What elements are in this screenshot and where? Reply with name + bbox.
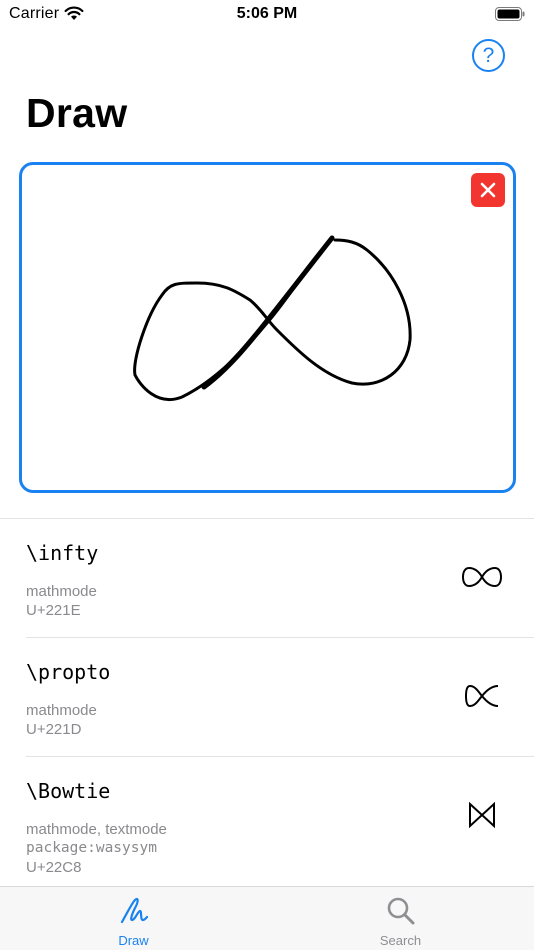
help-icon: ? bbox=[482, 43, 495, 67]
scribble-icon bbox=[120, 897, 149, 924]
unicode-text: U+22C8 bbox=[26, 859, 82, 876]
command-name: \propto bbox=[26, 660, 111, 684]
tab-search[interactable]: Search bbox=[267, 887, 534, 950]
symbol-details: mathmode, textmode package:wasysym U+22C… bbox=[26, 820, 167, 877]
list-item-propto[interactable]: \propto mathmode U+221D bbox=[0, 638, 534, 757]
proportional-to-symbol-icon bbox=[460, 674, 504, 718]
mode-text: mathmode bbox=[26, 702, 97, 719]
unicode-text: U+221D bbox=[26, 721, 82, 738]
status-bar: Carrier 5:06 PM bbox=[0, 0, 534, 28]
symbol-details: mathmode U+221D bbox=[26, 701, 97, 739]
mode-text: mathmode, textmode bbox=[26, 821, 167, 838]
results-list: \infty mathmode U+221E \propto mathmode … bbox=[0, 518, 534, 888]
clear-canvas-button[interactable] bbox=[471, 173, 505, 207]
battery-icon bbox=[495, 7, 525, 21]
bowtie-symbol-icon bbox=[460, 793, 504, 837]
drawn-stroke bbox=[133, 235, 412, 401]
tab-label: Draw bbox=[118, 933, 149, 948]
mode-text: mathmode bbox=[26, 583, 97, 600]
list-item-infty[interactable]: \infty mathmode U+221E bbox=[0, 519, 534, 638]
tab-draw[interactable]: Draw bbox=[0, 887, 267, 950]
list-item-bowtie[interactable]: \Bowtie mathmode, textmode package:wasys… bbox=[0, 757, 534, 888]
command-name: \infty bbox=[26, 541, 99, 565]
close-icon bbox=[480, 182, 496, 198]
status-time: 5:06 PM bbox=[236, 5, 298, 22]
symbol-details: mathmode U+221E bbox=[26, 582, 97, 620]
package-text: package:wasysym bbox=[26, 840, 157, 856]
command-name: \Bowtie bbox=[26, 779, 111, 803]
unicode-text: U+221E bbox=[26, 602, 81, 619]
drawing-canvas[interactable] bbox=[19, 162, 516, 493]
help-button[interactable]: ? bbox=[472, 39, 505, 72]
page-title: Draw bbox=[26, 90, 128, 136]
tab-label: Search bbox=[379, 933, 422, 948]
infinity-symbol-icon bbox=[460, 555, 504, 599]
search-icon bbox=[387, 897, 415, 925]
tab-bar: Draw Search bbox=[0, 886, 534, 950]
